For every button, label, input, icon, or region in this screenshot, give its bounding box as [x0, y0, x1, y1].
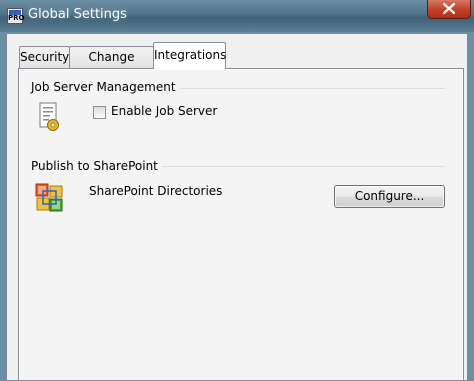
tab-integrations[interactable]: Integrations — [153, 42, 226, 69]
sharepoint-icon — [35, 183, 63, 212]
window-title: Global Settings — [28, 7, 127, 22]
close-icon — [443, 3, 455, 14]
job-server-icon — [39, 102, 59, 131]
job-server-heading: Job Server Management — [31, 80, 180, 94]
configure-button[interactable]: Configure... — [334, 185, 445, 208]
panel-surface — [20, 70, 462, 380]
enable-job-server-label[interactable]: Enable Job Server — [111, 104, 217, 118]
configure-button-label: Configure... — [354, 189, 425, 203]
app-icon-text: PRO — [8, 14, 25, 22]
sharepoint-directories-label: SharePoint Directories — [89, 184, 223, 198]
enable-job-server-checkbox[interactable] — [93, 106, 106, 119]
tab-security[interactable]: Security — [19, 46, 70, 68]
integrations-panel — [18, 68, 464, 381]
tab-security-label: Security — [20, 50, 70, 64]
title-bar[interactable]: PRO Global Settings — [0, 0, 474, 33]
tab-integrations-label: Integrations — [154, 48, 227, 62]
sharepoint-heading: Publish to SharePoint — [31, 159, 162, 173]
close-button[interactable] — [427, 0, 471, 19]
app-icon[interactable]: PRO — [7, 8, 25, 24]
tab-change-orders[interactable]: Change Orders — [69, 46, 154, 84]
